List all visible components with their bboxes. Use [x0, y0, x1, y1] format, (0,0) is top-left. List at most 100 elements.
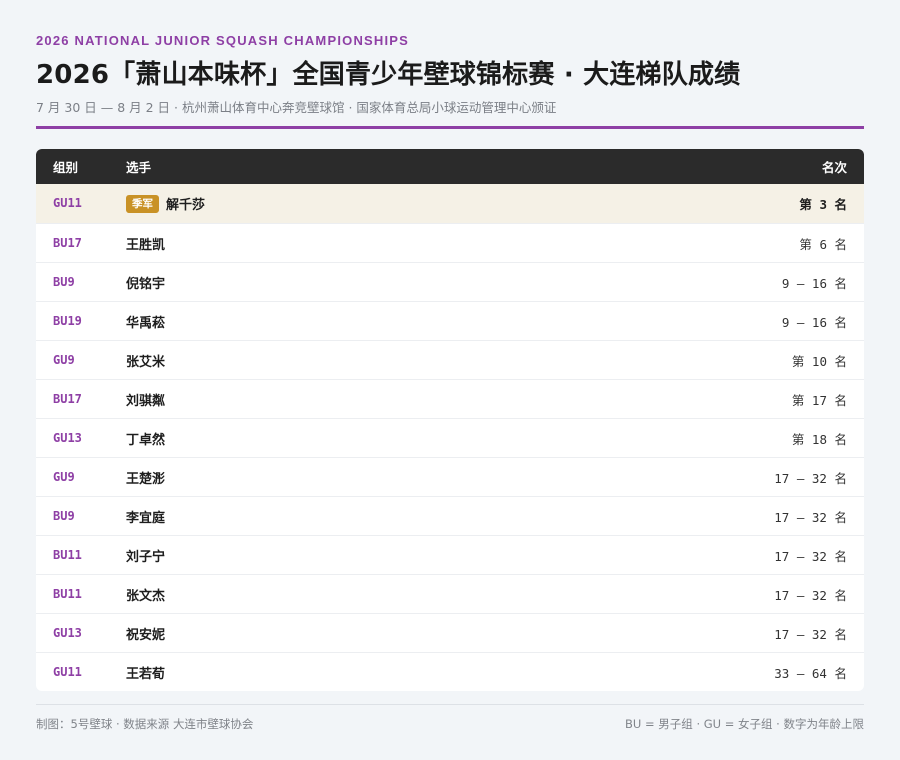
table-row: BU17 王胜凯 第 6 名: [36, 223, 864, 262]
table-row: GU9 王楚浵 17 — 32 名: [36, 457, 864, 496]
table-cell-group: BU11: [36, 548, 126, 563]
table-cell-rank: 第 18 名: [664, 429, 864, 448]
player-name: 祝安妮: [126, 627, 166, 643]
rank-text: 9 — 16 名: [781, 314, 847, 330]
group-code: BU17: [53, 391, 82, 406]
page-title: 2026「萧山本味杯」全国青少年壁球锦标赛 · 大连梯队成绩: [36, 60, 741, 90]
table-cell-group: BU17: [36, 392, 126, 407]
player-name: 解千莎: [166, 198, 206, 213]
group-code: BU11: [53, 586, 82, 601]
table-cell-group: GU9: [36, 353, 126, 368]
rank-text: 第 10 名: [791, 353, 847, 369]
table-row: GU11 王若荀 33 — 64 名: [36, 652, 864, 691]
results-table: 组别 选手 名次 GU11 季军 解千莎 第 3 名 BU17 王胜凯 第 6 名 BU9 倪铭…: [36, 149, 864, 691]
rank-text: 17 — 32 名: [774, 587, 847, 603]
footer-divider: [36, 704, 864, 705]
player-name: 丁卓然: [126, 432, 166, 448]
player-name: 张艾米: [126, 354, 166, 370]
column-header-group: 组别: [53, 160, 79, 175]
medal-badge: 季军: [126, 194, 159, 213]
group-code: BU9: [53, 274, 75, 289]
table-cell-group: GU13: [36, 626, 126, 641]
table-row: BU11 张文杰 17 — 32 名: [36, 574, 864, 613]
table-cell-player: 祝安妮: [126, 624, 664, 643]
table-cell-rank: 17 — 32 名: [664, 546, 864, 565]
table-cell-player: 张艾米: [126, 351, 664, 370]
table-cell-player: 华禹菘: [126, 312, 664, 331]
table-row: GU13 祝安妮 17 — 32 名: [36, 613, 864, 652]
table-cell-player: 刘子宁: [126, 546, 664, 565]
table-row: BU17 刘骐粼 第 17 名: [36, 379, 864, 418]
table-cell-group: GU9: [36, 470, 126, 485]
table-row: BU11 刘子宁 17 — 32 名: [36, 535, 864, 574]
group-code: GU9: [53, 469, 75, 484]
rank-text: 33 — 64 名: [774, 665, 847, 681]
table-cell-player: 王胜凯: [126, 234, 664, 253]
group-code: BU17: [53, 235, 82, 250]
table-cell-rank: 第 17 名: [664, 390, 864, 409]
table-cell-group: GU11: [36, 196, 126, 211]
footer-legend: BU = 男子组 · GU = 女子组 · 数字为年龄上限: [625, 717, 864, 731]
table-row: GU11 季军 解千莎 第 3 名: [36, 184, 864, 223]
rank-text: 第 18 名: [791, 431, 847, 447]
rank-text: 9 — 16 名: [781, 275, 847, 291]
player-name: 张文杰: [126, 588, 166, 604]
table-body: GU11 季军 解千莎 第 3 名 BU17 王胜凯 第 6 名 BU9 倪铭宇 9 — 16 名…: [36, 184, 864, 691]
group-code: BU19: [53, 313, 82, 328]
rank-text: 17 — 32 名: [774, 626, 847, 642]
group-code: GU13: [53, 430, 82, 445]
table-cell-group: BU11: [36, 587, 126, 602]
table-cell-rank: 9 — 16 名: [664, 273, 864, 292]
table-cell-player: 季军 解千莎: [126, 194, 664, 213]
rank-text: 17 — 32 名: [774, 548, 847, 564]
group-code: GU11: [53, 196, 82, 210]
table-cell-group: BU9: [36, 509, 126, 524]
group-code: BU9: [53, 508, 75, 523]
table-cell-rank: 17 — 32 名: [664, 585, 864, 604]
event-eyebrow: 2026 NATIONAL JUNIOR SQUASH CHAMPIONSHIP…: [36, 33, 410, 48]
table-cell-player: 李宜庭: [126, 507, 664, 526]
player-name: 王胜凯: [126, 237, 166, 253]
column-header-player: 选手: [126, 160, 152, 175]
rank-text: 17 — 32 名: [774, 470, 847, 486]
table-cell-group: BU17: [36, 236, 126, 251]
table-row: BU9 李宜庭 17 — 32 名: [36, 496, 864, 535]
table-cell-player: 丁卓然: [126, 429, 664, 448]
table-cell-player: 王若荀: [126, 663, 664, 682]
table-cell-player: 王楚浵: [126, 468, 664, 487]
table-cell-rank: 第 3 名: [664, 194, 864, 213]
group-code: GU13: [53, 625, 82, 640]
footer-credit: 制图：5号壁球 · 数据来源 大连市壁球协会: [36, 717, 254, 731]
player-name: 刘子宁: [126, 549, 166, 565]
table-cell-rank: 9 — 16 名: [664, 312, 864, 331]
player-name: 倪铭宇: [126, 276, 166, 292]
table-cell-player: 倪铭宇: [126, 273, 664, 292]
player-name: 华禹菘: [126, 315, 166, 331]
page-subtitle: 7 月 30 日 — 8 月 2 日 · 杭州萧山体育中心奔竞壁球馆 · 国家体…: [36, 100, 557, 115]
group-code: BU11: [53, 547, 82, 562]
rank-text: 第 3 名: [799, 197, 847, 212]
table-cell-group: BU9: [36, 275, 126, 290]
group-code: GU11: [53, 664, 82, 679]
table-header: 组别 选手 名次: [36, 149, 864, 184]
player-name: 刘骐粼: [126, 393, 166, 409]
table-row: GU9 张艾米 第 10 名: [36, 340, 864, 379]
table-cell-rank: 17 — 32 名: [664, 468, 864, 487]
rank-text: 第 6 名: [799, 236, 847, 252]
group-code: GU9: [53, 352, 75, 367]
column-header-rank: 名次: [821, 160, 847, 175]
rank-text: 17 — 32 名: [774, 509, 847, 525]
table-cell-rank: 17 — 32 名: [664, 507, 864, 526]
table-cell-group: BU19: [36, 314, 126, 329]
player-name: 王楚浵: [126, 471, 166, 487]
rank-text: 第 17 名: [791, 392, 847, 408]
player-name: 李宜庭: [126, 510, 166, 526]
table-cell-group: GU13: [36, 431, 126, 446]
table-cell-group: GU11: [36, 665, 126, 680]
table-cell-rank: 33 — 64 名: [664, 663, 864, 682]
table-row: BU9 倪铭宇 9 — 16 名: [36, 262, 864, 301]
table-cell-player: 张文杰: [126, 585, 664, 604]
player-name: 王若荀: [126, 666, 166, 682]
table-row: GU13 丁卓然 第 18 名: [36, 418, 864, 457]
table-cell-rank: 第 10 名: [664, 351, 864, 370]
